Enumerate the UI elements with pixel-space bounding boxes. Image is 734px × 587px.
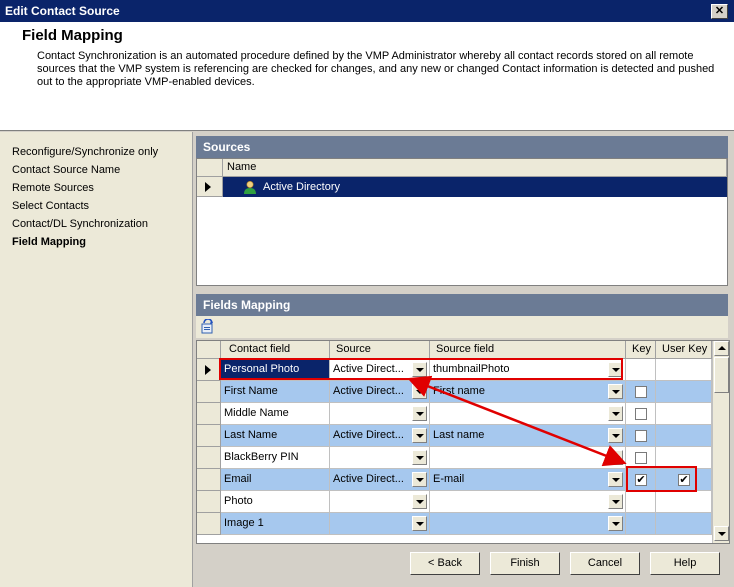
- wizard-button-bar: < Back Finish Cancel Help: [196, 545, 734, 587]
- back-button[interactable]: < Back: [410, 552, 480, 575]
- annotation-arrow-overlay: [407, 375, 627, 467]
- annotation-double-arrow: [407, 375, 627, 467]
- cancel-button[interactable]: Cancel: [570, 552, 640, 575]
- help-button[interactable]: Help: [650, 552, 720, 575]
- finish-button[interactable]: Finish: [490, 552, 560, 575]
